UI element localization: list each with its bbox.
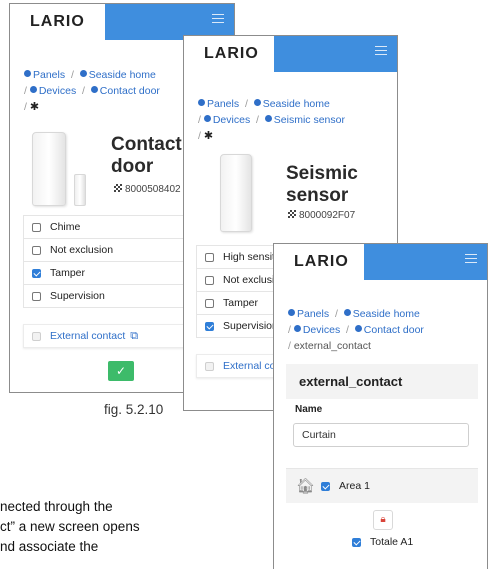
breadcrumb-panels[interactable]: Panels [33,69,65,81]
area-row[interactable]: 🏠︎ Area 1 [286,468,478,503]
devices-dot-icon [293,325,301,332]
checkbox[interactable] [205,298,214,308]
home-dot-icon [79,70,87,77]
device-title: Seismic sensor [286,163,358,206]
external-link-icon[interactable]: ⧉ [130,330,138,343]
qr-icon [288,210,296,218]
breadcrumb-device[interactable]: Seismic sensor [274,114,345,126]
name-label: Name [295,404,323,415]
device-dot-icon [90,86,98,93]
checkbox[interactable] [205,275,214,285]
checkbox-disabled [205,361,214,371]
panel-dot-icon [24,70,31,77]
home-dot-icon [343,309,351,316]
body-line: ct” a new screen opens [0,519,140,534]
qr-icon [114,184,122,192]
devices-dot-icon [203,115,211,122]
logo-area: LARIO [10,4,105,40]
screen-external-contact: LARIO Panels / Seaside home / Devices / … [273,243,488,569]
header-bar [364,244,487,280]
breadcrumb-current: external_contact [293,340,371,352]
external-contact-link[interactable]: External contact [50,330,125,342]
header-bar [274,36,397,72]
app-header: LARIO [274,244,487,280]
app-header: LARIO [184,36,397,72]
device-serial: 8000508402 [114,184,181,195]
lario-logo: LARIO [204,45,259,62]
area-checkbox[interactable] [321,481,331,491]
body-text: nected through the ct” a new screen open… [0,497,140,557]
confirm-button[interactable]: ✓ [108,361,134,381]
body-line: nd associate the [0,539,99,554]
breadcrumb-home[interactable]: Seaside home [353,308,420,320]
lario-logo: LARIO [294,253,349,270]
checkbox-disabled [32,331,41,341]
device-title: Contact door [111,134,182,177]
name-input[interactable]: Curtain [293,423,469,447]
checkbox[interactable] [32,245,41,255]
device-dot-icon [354,325,362,332]
checkbox[interactable] [32,222,41,232]
gear-icon[interactable]: ✱ [30,101,39,113]
gear-icon[interactable]: ✱ [204,130,213,142]
totale-label: Totale A1 [370,536,414,548]
body-line: nected through the [0,499,113,514]
breadcrumb-device[interactable]: Contact door [364,324,424,336]
panel-dot-icon [198,99,205,106]
breadcrumb: Panels / Seaside home / Devices / Contac… [288,308,424,352]
checkbox[interactable] [32,291,41,301]
totale-row[interactable]: Totale A1 [352,536,413,548]
devices-dot-icon [29,86,37,93]
home-dot-icon [253,99,261,106]
breadcrumb-panels[interactable]: Panels [207,98,239,110]
menu-icon[interactable] [465,254,477,264]
breadcrumb-device[interactable]: Contact door [100,85,160,97]
menu-icon[interactable] [212,14,224,24]
device-dot-icon [264,115,272,122]
breadcrumb-home[interactable]: Seaside home [263,98,330,110]
menu-icon[interactable] [375,46,387,56]
breadcrumb-devices[interactable]: Devices [213,114,250,126]
device-serial: 8000092F07 [288,210,355,221]
logo-area: LARIO [184,36,274,72]
lock-icon: 🔒︎ [373,510,393,530]
area-label: Area 1 [339,480,370,492]
checkbox-checked[interactable] [32,268,41,278]
breadcrumb: Panels / Seaside home / Devices / Seismi… [198,98,345,142]
panel-dot-icon [288,309,295,316]
home-icon: 🏠︎ [296,478,316,495]
checkbox-checked[interactable] [205,321,214,331]
card-title: external_contact [299,374,403,389]
checkbox[interactable] [205,252,214,262]
breadcrumb-home[interactable]: Seaside home [89,69,156,81]
breadcrumb-panels[interactable]: Panels [297,308,329,320]
totale-checkbox[interactable] [352,537,361,547]
lario-logo: LARIO [30,13,85,30]
figure-caption: fig. 5.2.10 [104,402,164,417]
breadcrumb-devices[interactable]: Devices [39,85,76,97]
breadcrumb-devices[interactable]: Devices [303,324,340,336]
logo-area: LARIO [274,244,364,280]
